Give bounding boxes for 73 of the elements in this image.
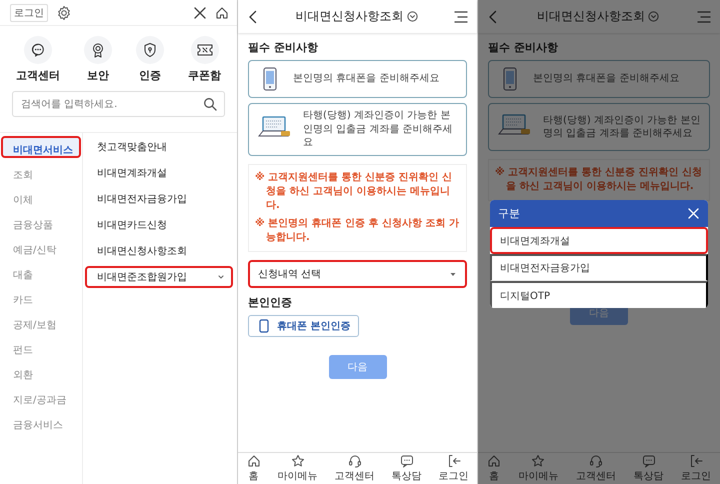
- home-icon: [246, 454, 260, 468]
- quick-link[interactable]: 고객센터: [16, 36, 60, 83]
- category-item[interactable]: 금융서비스: [1, 411, 81, 433]
- section-title: 본인인증: [248, 294, 293, 310]
- home-icon: [215, 6, 229, 20]
- category-item[interactable]: 비대면서비스: [1, 136, 81, 158]
- nav-item[interactable]: 마이메뉴: [278, 454, 318, 483]
- chevron-circle-icon: [406, 11, 418, 22]
- category-item[interactable]: 지로/공과금: [1, 386, 81, 408]
- page-title: 비대면신청사항조회: [296, 8, 404, 25]
- menu-item[interactable]: 비대면전자금융가입: [85, 188, 233, 210]
- card-text: 본인명의 휴대폰을 준비해주세요: [293, 72, 440, 86]
- menu-icon: [453, 8, 469, 24]
- card-text: 본인명의 휴대폰을 준비해주세요: [533, 72, 680, 86]
- home-icon: [486, 454, 501, 468]
- shield-icon: [142, 42, 158, 58]
- nav-item[interactable]: 로그인: [681, 454, 712, 483]
- speech-bubble-icon: [30, 42, 46, 58]
- star-icon: [531, 454, 546, 468]
- nav-item[interactable]: 고객센터: [576, 454, 616, 483]
- section-title: 필수 준비사항: [488, 40, 559, 55]
- login-icon: [689, 454, 704, 468]
- option-item[interactable]: 디지털OTP: [490, 281, 708, 308]
- speech-bubble-icon: [642, 454, 656, 468]
- category-item[interactable]: 대출: [1, 261, 81, 283]
- menu-item[interactable]: 비대면신청사항조회: [85, 240, 233, 262]
- menu-item[interactable]: 비대면준조합원가입: [85, 266, 233, 288]
- menu-item[interactable]: 비대면계좌개설: [85, 162, 233, 184]
- nav-item[interactable]: 홈: [246, 454, 260, 483]
- gear-icon: [56, 4, 72, 20]
- menu-item[interactable]: 첫고객맞춤안내: [85, 136, 233, 158]
- login-button[interactable]: 로그인: [10, 4, 48, 22]
- notice-text: ※ 고객지원센터를 통한 신분증 진위확인 신청을 하신 고객님이 이용하시는 메뉴입니다.: [255, 170, 454, 212]
- page-title: 비대면신청사항조회: [537, 8, 645, 25]
- category-item[interactable]: 금융상품: [1, 211, 81, 233]
- medal-icon: [90, 42, 106, 58]
- popup-title: 구분: [498, 206, 520, 221]
- category-item[interactable]: 카드: [1, 286, 81, 308]
- close-icon: [687, 207, 700, 220]
- login-icon: [446, 454, 460, 468]
- category-item[interactable]: 예금/신탁: [1, 236, 81, 258]
- headset-icon: [588, 454, 603, 468]
- category-item[interactable]: 조회: [1, 161, 81, 183]
- chevron-down-icon: [217, 273, 225, 281]
- option-item[interactable]: 비대면계좌개설: [490, 227, 708, 254]
- card-text: 타행(당행) 계좌인증이 가능한 본인명의 입출금 계좌를 준비해주세요: [303, 109, 454, 150]
- speech-bubble-icon: [400, 454, 414, 468]
- category-item[interactable]: 외환: [1, 361, 81, 383]
- notice-text: ※ 고객지원센터를 통한 신분증 진위확인 신청을 하신 고객님이 이용하시는 메뉴입니다.: [495, 166, 703, 194]
- smartphone-icon: [257, 318, 271, 332]
- headset-icon: [348, 454, 362, 468]
- section-title: 필수 준비사항: [248, 40, 319, 55]
- category-item[interactable]: 공제/보험: [1, 311, 81, 333]
- category-item[interactable]: 이체: [1, 186, 81, 208]
- nav-item[interactable]: 홈: [486, 454, 501, 483]
- chevron-circle-icon: [648, 11, 659, 22]
- menu-item[interactable]: 비대면카드신청: [85, 214, 233, 236]
- nav-item[interactable]: 톡상담: [634, 454, 664, 483]
- menu-icon: [696, 8, 712, 24]
- nav-item[interactable]: 톡상담: [392, 454, 422, 483]
- phone-auth-button[interactable]: 휴대폰 본인인증: [248, 314, 360, 336]
- nav-item[interactable]: 고객센터: [334, 454, 374, 483]
- nav-item[interactable]: 로그인: [438, 454, 468, 483]
- search-icon: [203, 97, 217, 111]
- search-field[interactable]: 검색어를 입력하세요.: [12, 91, 225, 117]
- notice-text: ※ 본인명의 휴대폰 인증 후 신청사항 조회 가능합니다.: [255, 216, 460, 244]
- dropdown-select[interactable]: 신청내역 선택: [248, 260, 467, 288]
- nav-item[interactable]: 마이메뉴: [518, 454, 558, 483]
- close-icon: [193, 6, 207, 20]
- option-item[interactable]: 비대면전자금융가입: [490, 254, 708, 281]
- card-text: 타행(당행) 계좌인증이 가능한 본인명의 입출금 계좌를 준비해주세요: [543, 114, 701, 140]
- star-icon: [290, 454, 304, 468]
- category-item[interactable]: 펀드: [1, 336, 81, 358]
